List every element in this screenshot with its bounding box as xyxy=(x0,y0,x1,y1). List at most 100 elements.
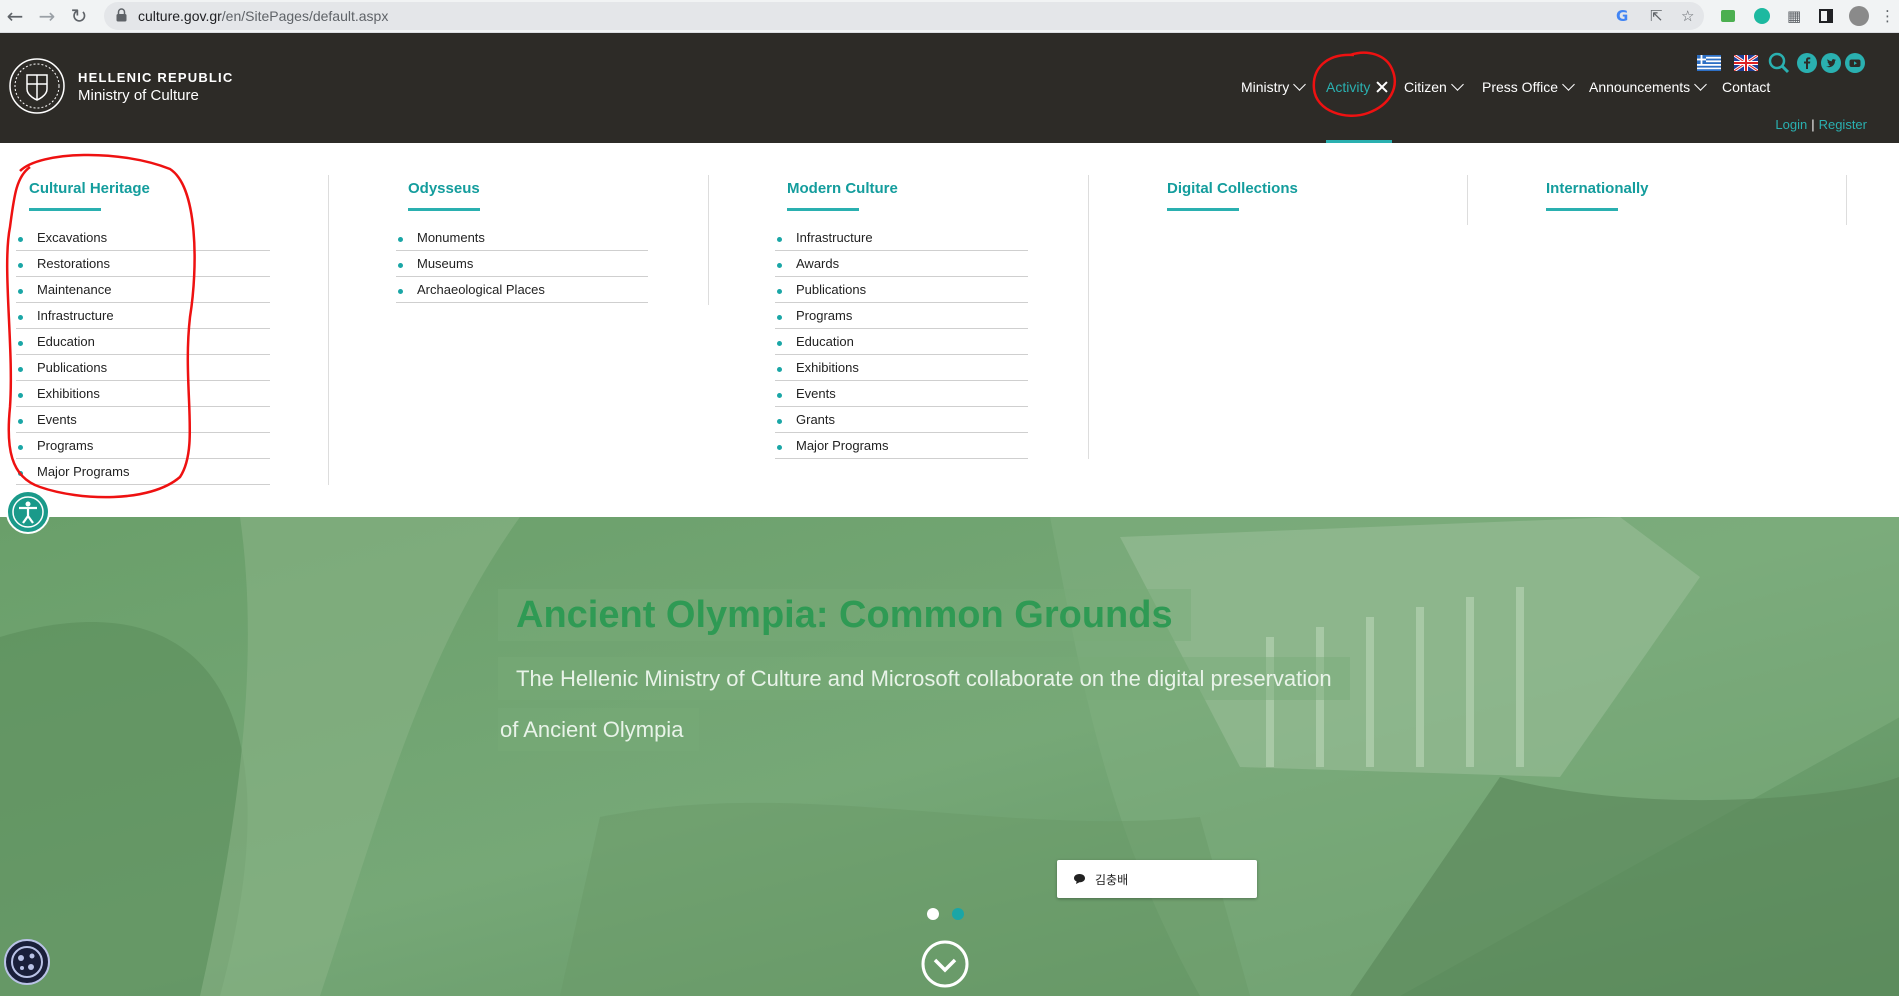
bullet-icon xyxy=(777,289,782,294)
activity-mega-menu: Cultural Heritage Excavations Restoratio… xyxy=(0,143,1899,517)
list-item[interactable]: Awards xyxy=(775,251,1028,277)
menu-column-title-internationally[interactable]: Internationally xyxy=(1546,180,1649,197)
nav-citizen-label: Citizen xyxy=(1404,79,1447,95)
menu-column-title-modern-culture[interactable]: Modern Culture xyxy=(787,180,898,197)
greek-flag-icon[interactable] xyxy=(1697,55,1721,71)
chat-tooltip[interactable]: 김충배 xyxy=(1057,860,1257,898)
list-item-label: Major Programs xyxy=(796,438,889,453)
column-underline xyxy=(1167,208,1239,211)
menu-column-title-odysseus[interactable]: Odysseus xyxy=(408,180,480,197)
column-divider xyxy=(1467,175,1468,225)
list-item[interactable]: Monuments xyxy=(396,225,648,251)
bullet-icon xyxy=(398,263,403,268)
brand-subtitle: Ministry of Culture xyxy=(78,87,199,104)
bullet-icon xyxy=(777,341,782,346)
hero-subtitle-line2: of Ancient Olympia xyxy=(498,708,700,751)
list-item-label: Publications xyxy=(796,282,867,297)
hero-title[interactable]: Ancient Olympia: Common Grounds xyxy=(498,589,1191,641)
column-divider xyxy=(1088,175,1089,459)
list-item-label: Education xyxy=(796,334,854,349)
list-item[interactable]: Archaeological Places xyxy=(396,277,648,303)
facebook-icon[interactable] xyxy=(1797,53,1817,73)
reload-icon[interactable]: ↻ xyxy=(64,1,94,31)
bullet-icon xyxy=(777,367,782,372)
login-link[interactable]: Login xyxy=(1775,117,1807,132)
hellenic-republic-seal-icon[interactable] xyxy=(8,57,66,115)
list-item-label: Grants xyxy=(796,412,836,427)
column-divider xyxy=(328,175,329,485)
slide-dot-2[interactable] xyxy=(952,908,964,920)
bullet-icon xyxy=(777,263,782,268)
list-item[interactable]: Events xyxy=(775,381,1028,407)
url-path: /en/SitePages/default.aspx xyxy=(221,8,389,24)
list-item[interactable]: Infrastructure xyxy=(775,225,1028,251)
scroll-down-icon[interactable] xyxy=(920,939,970,989)
bullet-icon xyxy=(777,393,782,398)
list-item[interactable]: Museums xyxy=(396,251,648,277)
annotation-outline-cultural-heritage xyxy=(5,153,196,499)
sidepanel-icon[interactable] xyxy=(1819,3,1833,29)
annotation-circle-activity xyxy=(1312,51,1396,117)
bullet-icon xyxy=(777,419,782,424)
menu-icon[interactable]: ⋮ xyxy=(1880,3,1895,29)
list-item-label: Archaeological Places xyxy=(417,282,545,297)
nav-contact[interactable]: Contact xyxy=(1722,79,1770,103)
address-bar[interactable]: culture.gov.gr/en/SitePages/default.aspx xyxy=(104,2,1704,30)
list-item-label: Awards xyxy=(796,256,840,271)
accessibility-icon[interactable] xyxy=(6,490,50,534)
forward-icon[interactable]: → xyxy=(32,1,62,31)
register-link[interactable]: Register xyxy=(1819,117,1867,132)
bullet-icon xyxy=(777,315,782,320)
nav-ministry[interactable]: Ministry xyxy=(1241,78,1307,103)
site-header: HELLENIC REPUBLIC Ministry of Culture Mi… xyxy=(0,33,1899,143)
chevron-down-icon xyxy=(1562,78,1575,91)
list-item[interactable]: Programs xyxy=(775,303,1028,329)
nav-press-office[interactable]: Press Office xyxy=(1482,78,1575,103)
list-item[interactable]: Grants xyxy=(775,407,1028,433)
chat-bubble-icon xyxy=(1074,874,1085,884)
column-underline xyxy=(787,208,859,211)
auth-links: Login | Register xyxy=(1775,117,1867,132)
search-icon[interactable] xyxy=(1768,52,1790,74)
list-item[interactable]: Education xyxy=(775,329,1028,355)
nav-citizen[interactable]: Citizen xyxy=(1404,78,1464,103)
extension-dns-icon[interactable] xyxy=(1754,3,1770,29)
puzzle-icon[interactable]: ▦ xyxy=(1787,3,1801,29)
hero-subtitle-line1: The Hellenic Ministry of Culture and Mic… xyxy=(498,657,1350,700)
uk-flag-icon[interactable] xyxy=(1734,55,1758,71)
back-icon[interactable]: ← xyxy=(0,1,30,31)
list-item-label: Events xyxy=(796,386,836,401)
url-host: culture.gov.gr xyxy=(138,8,222,24)
star-icon[interactable]: ☆ xyxy=(1681,3,1694,29)
modern-culture-list: Infrastructure Awards Publications Progr… xyxy=(775,225,1028,459)
cookie-settings-icon[interactable] xyxy=(4,939,50,985)
share-icon[interactable]: ⇱ xyxy=(1650,3,1663,29)
chevron-down-icon xyxy=(1694,78,1708,91)
browser-toolbar: ← → ↻ culture.gov.gr/en/SitePages/defaul… xyxy=(0,0,1899,33)
bullet-icon xyxy=(777,445,782,450)
list-item-label: Programs xyxy=(796,308,853,323)
nav-announcements[interactable]: Announcements xyxy=(1589,78,1708,103)
profile-avatar[interactable] xyxy=(1849,3,1869,29)
list-item[interactable]: Publications xyxy=(775,277,1028,303)
column-underline xyxy=(408,208,480,211)
menu-column-title-digital-collections[interactable]: Digital Collections xyxy=(1167,180,1298,197)
google-icon[interactable]: G xyxy=(1616,3,1628,29)
slider-pagination xyxy=(927,908,964,920)
nav-contact-label: Contact xyxy=(1722,79,1771,95)
bullet-icon xyxy=(398,237,403,242)
chat-user-name: 김충배 xyxy=(1095,872,1129,887)
nav-announcements-label: Announcements xyxy=(1589,79,1691,95)
chevron-down-icon xyxy=(1450,78,1464,91)
list-item[interactable]: Exhibitions xyxy=(775,355,1028,381)
extension-green-icon[interactable] xyxy=(1721,3,1735,29)
youtube-icon[interactable] xyxy=(1845,53,1865,73)
list-item-label: Monuments xyxy=(417,230,485,245)
lock-icon xyxy=(116,8,127,22)
bullet-icon xyxy=(398,289,403,294)
twitter-icon[interactable] xyxy=(1821,53,1841,73)
list-item-label: Infrastructure xyxy=(796,230,873,245)
slide-dot-1[interactable] xyxy=(927,908,939,920)
list-item[interactable]: Major Programs xyxy=(775,433,1028,459)
bullet-icon xyxy=(777,237,782,242)
